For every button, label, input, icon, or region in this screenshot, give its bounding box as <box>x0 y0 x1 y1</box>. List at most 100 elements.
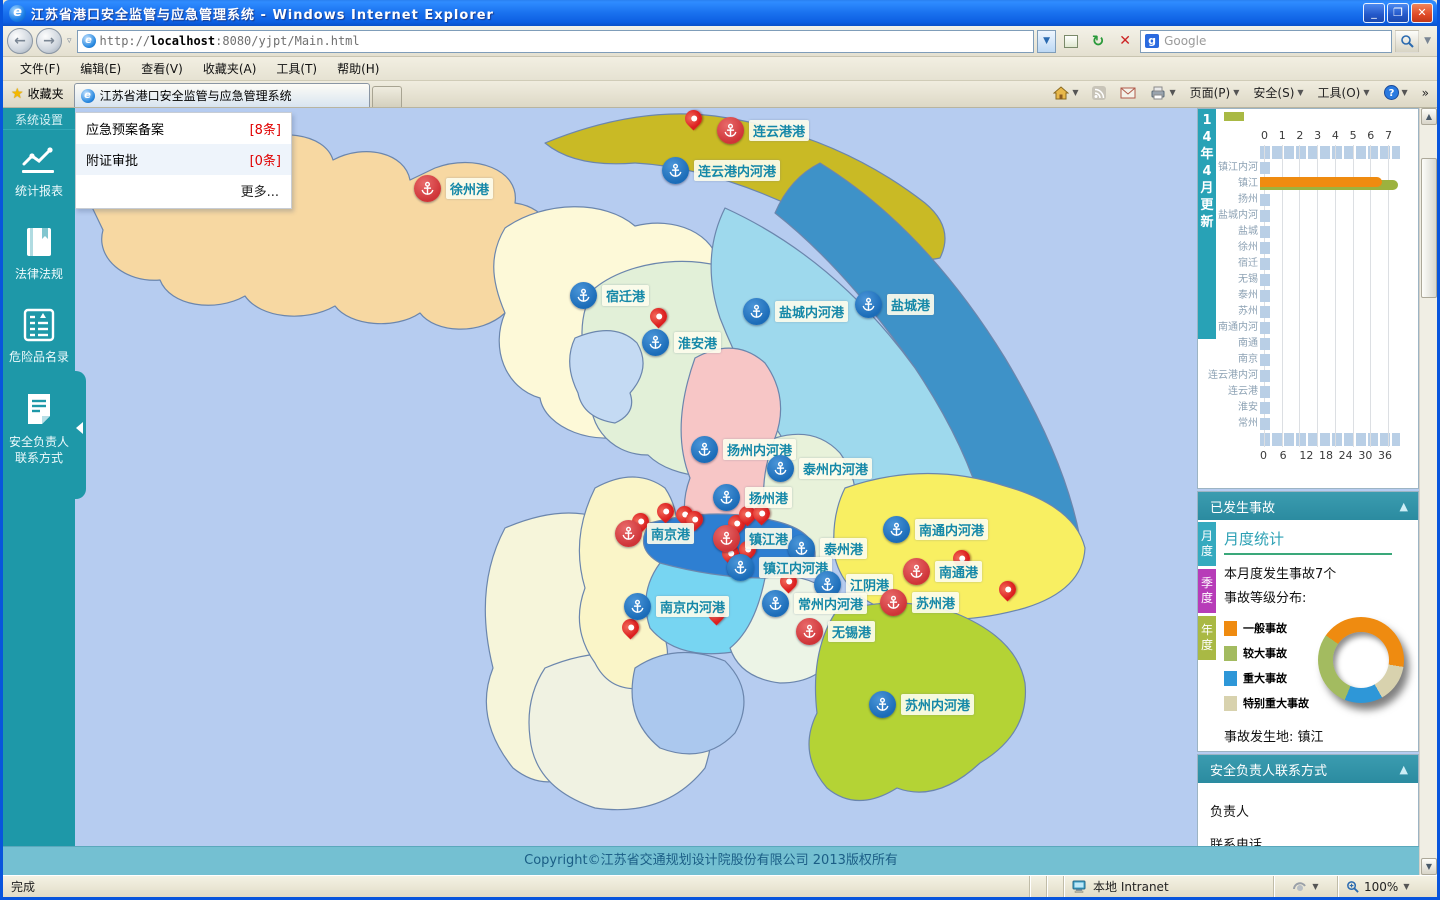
menu-bar: 文件(F)编辑(E)查看(V)收藏夹(A)工具(T)帮助(H) <box>3 57 1437 81</box>
list-icon <box>5 308 73 342</box>
incidents-panel-header[interactable]: 已发生事故 ▲ <box>1198 492 1418 520</box>
quick-task-row-0[interactable]: 应急预案备案[8条] <box>76 113 291 144</box>
port-marker[interactable]: 南京港 <box>615 520 694 547</box>
sidebar-item-3[interactable]: 安全负责人联系方式 <box>3 377 75 478</box>
port-marker[interactable]: 淮安港 <box>642 329 721 356</box>
new-tab-button[interactable] <box>372 86 402 107</box>
address-toolbar: ← → ▿ e http://localhost:8080/yjpt/Main.… <box>3 26 1437 57</box>
legend-color-swatch <box>1224 671 1237 686</box>
port-marker[interactable]: 无锡港 <box>796 618 875 645</box>
home-button[interactable]: ▼ <box>1047 82 1084 104</box>
chevron-down-icon: ▼ <box>1072 88 1078 97</box>
port-marker[interactable]: 盐城内河港 <box>743 298 848 325</box>
print-icon <box>1150 86 1166 100</box>
port-label: 南通港 <box>935 561 982 582</box>
port-marker[interactable]: 泰州内河港 <box>767 455 872 482</box>
port-marker[interactable]: 南京内河港 <box>624 593 729 620</box>
zoom-control[interactable]: 100% ▼ <box>1337 876 1423 897</box>
mail-button[interactable] <box>1114 83 1142 103</box>
refresh-button[interactable]: ↻ <box>1086 29 1110 53</box>
url-text[interactable]: http://localhost:8080/yjpt/Main.html <box>100 34 360 48</box>
menu-item-2[interactable]: 查看(V) <box>132 57 192 80</box>
favorites-button[interactable]: ★ 收藏夹 <box>5 81 74 107</box>
anchor-icon <box>767 455 794 482</box>
port-marker[interactable]: 扬州港 <box>713 484 792 511</box>
command-menu-0[interactable]: 页面(P)▼ <box>1184 80 1246 105</box>
browser-tab[interactable]: e 江苏省港口安全监管与应急管理系统 <box>74 83 370 107</box>
search-button[interactable] <box>1395 30 1419 53</box>
menu-item-4[interactable]: 工具(T) <box>267 57 326 80</box>
search-placeholder[interactable]: Google <box>1164 34 1387 48</box>
port-label: 扬州港 <box>745 487 792 508</box>
sidebar-item-system-settings[interactable]: 系统设置 <box>3 108 75 130</box>
quick-task-label: 应急预案备案 <box>86 119 164 138</box>
google-icon: g <box>1145 34 1159 48</box>
sidebar-item-1[interactable]: 法律法规 <box>3 211 75 294</box>
menu-item-5[interactable]: 帮助(H) <box>328 57 388 80</box>
contact-panel-header[interactable]: 安全负责人联系方式 ▲ <box>1198 755 1418 783</box>
collapse-icon[interactable]: ▲ <box>1400 763 1408 776</box>
zoom-magnifier-icon <box>1346 880 1359 893</box>
strip-char: 年 <box>1198 146 1216 163</box>
chart-row: 南通 <box>1260 336 1406 352</box>
scroll-down-arrow[interactable]: ▼ <box>1421 858 1437 875</box>
overflow-button[interactable]: » <box>1416 82 1435 104</box>
address-dropdown[interactable]: ▼ <box>1037 30 1056 53</box>
quick-task-row-1[interactable]: 附证审批[0条] <box>76 144 291 175</box>
menu-item-3[interactable]: 收藏夹(A) <box>194 57 266 80</box>
chart-row: 盐城内河 <box>1260 208 1406 224</box>
sidebar-item-2[interactable]: 危险品名录 <box>3 294 75 377</box>
sidebar-item-0[interactable]: 统计报表 <box>3 130 75 211</box>
command-menu-2[interactable]: 工具(O)▼ <box>1312 80 1376 105</box>
more-link[interactable]: 更多... <box>76 175 291 208</box>
port-marker[interactable]: 苏州内河港 <box>869 691 974 718</box>
help-button[interactable]: ?▼ <box>1378 81 1414 104</box>
collapse-arrow-icon[interactable] <box>76 422 83 434</box>
resize-grip[interactable] <box>1423 876 1437 897</box>
port-marker[interactable]: 镇江港 <box>713 525 792 552</box>
print-button[interactable]: ▼ <box>1144 82 1181 104</box>
bar-monthly <box>1260 177 1382 187</box>
minimize-button[interactable]: _ <box>1363 3 1385 23</box>
chart-row: 苏州 <box>1260 304 1406 320</box>
command-menu-1[interactable]: 安全(S)▼ <box>1247 80 1309 105</box>
collapse-icon[interactable]: ▲ <box>1400 500 1408 513</box>
port-marker[interactable]: 苏州港 <box>880 589 959 616</box>
chart-zero-stub <box>1260 386 1270 398</box>
vertical-scrollbar[interactable]: ▲ ▼ <box>1419 108 1437 875</box>
anchor-icon <box>762 590 789 617</box>
port-marker[interactable]: 宿迁港 <box>570 282 649 309</box>
feed-button[interactable] <box>1086 82 1112 104</box>
close-button[interactable]: ✕ <box>1411 3 1433 23</box>
port-marker[interactable]: 盐城港 <box>855 291 934 318</box>
port-marker[interactable]: 常州内河港 <box>762 590 867 617</box>
port-marker[interactable]: 连云港港 <box>717 117 809 144</box>
restore-button[interactable]: ❐ <box>1387 3 1409 23</box>
period-tab-2[interactable]: 年度 <box>1198 616 1216 660</box>
period-tab-1[interactable]: 季度 <box>1198 569 1216 613</box>
menu-item-1[interactable]: 编辑(E) <box>71 57 130 80</box>
ie-logo-icon: e <box>9 5 26 22</box>
address-bar[interactable]: e http://localhost:8080/yjpt/Main.html <box>77 30 1035 53</box>
recent-pages-chevron[interactable]: ▿ <box>65 36 74 46</box>
port-marker[interactable]: 南通港 <box>903 558 982 585</box>
protected-mode-button[interactable]: ▼ <box>1273 876 1337 897</box>
scroll-up-arrow[interactable]: ▲ <box>1421 108 1437 125</box>
chart-zero-stub <box>1260 210 1270 222</box>
scroll-thumb[interactable] <box>1421 158 1437 298</box>
back-button[interactable]: ← <box>7 28 33 54</box>
port-marker[interactable]: 南通内河港 <box>883 516 988 543</box>
forward-button[interactable]: → <box>36 28 62 54</box>
chevron-down-icon: ▼ <box>1363 88 1369 97</box>
port-marker[interactable]: 连云港内河港 <box>662 157 780 184</box>
period-tab-0[interactable]: 月度 <box>1198 522 1216 566</box>
menu-item-0[interactable]: 文件(F) <box>11 57 69 80</box>
port-marker[interactable]: 徐州港 <box>414 175 493 202</box>
stop-button[interactable]: ✕ <box>1113 29 1137 53</box>
compatibility-view-button[interactable] <box>1059 29 1083 53</box>
search-options-chevron[interactable]: ▼ <box>1422 36 1433 46</box>
home-icon <box>1053 86 1069 100</box>
search-box[interactable]: g Google <box>1140 30 1392 53</box>
chart-top-axis: 01234567 <box>1260 129 1406 145</box>
chart-zero-stub <box>1260 418 1270 430</box>
